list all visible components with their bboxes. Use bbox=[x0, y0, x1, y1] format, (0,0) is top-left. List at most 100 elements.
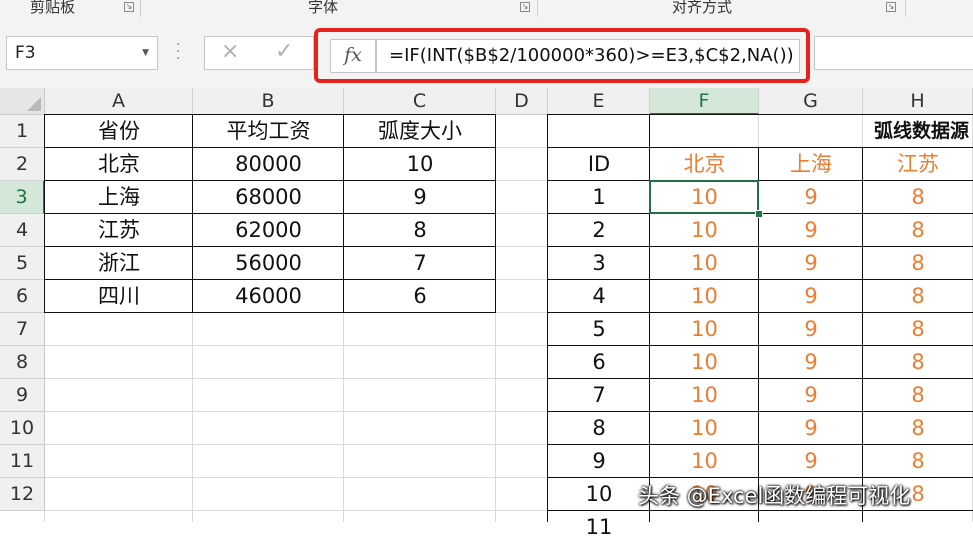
row-header-5[interactable]: 5 bbox=[0, 247, 45, 280]
formula-input-extension[interactable] bbox=[814, 36, 973, 70]
spreadsheet-grid[interactable]: A B C D E F G H 1 2 3 4 5 6 7 8 9 10 11 12 省份 平均工资 弧度大小 北京 80000… bbox=[0, 88, 973, 539]
table-border bbox=[192, 114, 193, 313]
right-table-cell[interactable]: 8 bbox=[863, 346, 973, 379]
right-table-cell[interactable]: 8 bbox=[863, 412, 973, 445]
right-table-cell[interactable]: 8 bbox=[863, 214, 973, 247]
row-header-4[interactable]: 4 bbox=[0, 214, 45, 247]
left-table-cell[interactable]: 浙江 bbox=[45, 247, 193, 280]
alignment-launcher-icon[interactable]: ↘ bbox=[886, 2, 896, 12]
left-table-cell[interactable]: 上海 bbox=[45, 181, 193, 214]
clipboard-launcher-icon[interactable]: ↘ bbox=[124, 2, 134, 12]
right-table-header[interactable]: 江苏 bbox=[863, 148, 973, 181]
left-table-cell[interactable]: 四川 bbox=[45, 280, 193, 313]
right-table-cell[interactable]: 9 bbox=[759, 379, 863, 412]
font-launcher-icon[interactable]: ↘ bbox=[520, 2, 530, 12]
right-table-cell[interactable]: 1 bbox=[548, 181, 650, 214]
row-header-10[interactable]: 10 bbox=[0, 412, 45, 445]
selected-cell-f3[interactable] bbox=[649, 180, 759, 214]
column-header-f[interactable]: F bbox=[650, 88, 759, 115]
right-table-cell[interactable]: 8 bbox=[863, 313, 973, 346]
row-header-8[interactable]: 8 bbox=[0, 346, 45, 379]
table-border bbox=[343, 114, 344, 313]
column-header-e[interactable]: E bbox=[548, 88, 650, 115]
left-table-cell[interactable]: 8 bbox=[344, 214, 496, 247]
column-header-a[interactable]: A bbox=[45, 88, 193, 115]
row-header-6[interactable]: 6 bbox=[0, 280, 45, 313]
right-table-cell[interactable]: 3 bbox=[548, 247, 650, 280]
right-table-cell[interactable]: 9 bbox=[759, 247, 863, 280]
right-table-cell[interactable]: 10 bbox=[650, 445, 759, 478]
row-header-1[interactable]: 1 bbox=[0, 115, 45, 148]
column-header-h[interactable]: H bbox=[863, 88, 973, 115]
right-table-cell[interactable]: 6 bbox=[548, 346, 650, 379]
right-table-cell[interactable]: 9 bbox=[759, 214, 863, 247]
right-table-cell[interactable]: 8 bbox=[548, 412, 650, 445]
right-table-cell-partial[interactable]: 11 bbox=[548, 511, 650, 544]
right-table-cell[interactable]: 10 bbox=[650, 346, 759, 379]
right-table-cell[interactable]: 8 bbox=[863, 379, 973, 412]
right-table-cell[interactable]: 9 bbox=[759, 280, 863, 313]
right-table-cell[interactable]: 8 bbox=[863, 247, 973, 280]
left-table-header[interactable]: 省份 bbox=[45, 115, 193, 148]
right-table-cell[interactable]: 7 bbox=[548, 379, 650, 412]
right-table-title[interactable]: 弧线数据源 bbox=[650, 115, 969, 148]
right-table-cell[interactable]: 8 bbox=[863, 445, 973, 478]
left-table-cell[interactable]: 6 bbox=[344, 280, 496, 313]
table-border bbox=[44, 312, 496, 313]
table-border bbox=[649, 114, 650, 147]
left-table-cell[interactable]: 68000 bbox=[193, 181, 344, 214]
left-table-cell[interactable]: 9 bbox=[344, 181, 496, 214]
right-table-cell[interactable]: 9 bbox=[548, 445, 650, 478]
left-table-cell[interactable]: 56000 bbox=[193, 247, 344, 280]
left-table-cell[interactable]: 7 bbox=[344, 247, 496, 280]
watermark: 头条 @Excel函数编程可视化 bbox=[638, 484, 911, 508]
column-header-c[interactable]: C bbox=[344, 88, 496, 115]
row-header-9[interactable]: 9 bbox=[0, 379, 45, 412]
left-table-header[interactable]: 平均工资 bbox=[193, 115, 344, 148]
right-table-cell[interactable]: 9 bbox=[759, 313, 863, 346]
right-table-cell[interactable]: 5 bbox=[548, 313, 650, 346]
right-table-header[interactable]: ID bbox=[548, 148, 650, 181]
insert-function-button[interactable]: fx bbox=[330, 39, 376, 73]
right-table-cell[interactable]: 10 bbox=[650, 214, 759, 247]
right-table-cell[interactable]: 8 bbox=[863, 181, 973, 214]
right-table-header[interactable]: 上海 bbox=[759, 148, 863, 181]
right-table-cell[interactable]: 10 bbox=[650, 313, 759, 346]
column-header-d[interactable]: D bbox=[496, 88, 548, 115]
select-all-corner[interactable] bbox=[0, 88, 45, 115]
right-table-cell[interactable]: 9 bbox=[759, 412, 863, 445]
left-table-cell[interactable]: 北京 bbox=[45, 148, 193, 181]
cancel-icon[interactable]: × bbox=[221, 39, 239, 64]
right-table-cell[interactable]: 10 bbox=[548, 478, 650, 511]
right-table-header[interactable]: 北京 bbox=[650, 148, 759, 181]
right-table-cell[interactable]: 10 bbox=[650, 412, 759, 445]
row-header-11[interactable]: 11 bbox=[0, 445, 45, 478]
row-header-7[interactable]: 7 bbox=[0, 313, 45, 346]
right-table-cell[interactable]: 4 bbox=[548, 280, 650, 313]
left-table-header[interactable]: 弧度大小 bbox=[344, 115, 496, 148]
table-border bbox=[547, 477, 973, 478]
left-table-cell[interactable]: 江苏 bbox=[45, 214, 193, 247]
left-table-cell[interactable]: 46000 bbox=[193, 280, 344, 313]
row-header-2[interactable]: 2 bbox=[0, 148, 45, 181]
column-header-g[interactable]: G bbox=[759, 88, 863, 115]
right-table-cell[interactable]: 8 bbox=[863, 280, 973, 313]
row-header-12[interactable]: 12 bbox=[0, 478, 45, 511]
fill-handle[interactable] bbox=[755, 210, 763, 218]
column-header-b[interactable]: B bbox=[193, 88, 344, 115]
left-table-cell[interactable]: 62000 bbox=[193, 214, 344, 247]
right-table-cell[interactable]: 2 bbox=[548, 214, 650, 247]
chevron-down-icon[interactable]: ▼ bbox=[142, 37, 149, 69]
name-box[interactable]: F3 ▼ bbox=[6, 36, 158, 70]
right-table-cell[interactable]: 10 bbox=[650, 379, 759, 412]
formula-input[interactable]: =IF(INT($B$2/100000*360)>=E3,$C$2,NA()) bbox=[376, 39, 800, 73]
left-table-cell[interactable]: 80000 bbox=[193, 148, 344, 181]
row-header-3[interactable]: 3 bbox=[0, 181, 45, 214]
right-table-cell[interactable]: 9 bbox=[759, 181, 863, 214]
left-table-cell[interactable]: 10 bbox=[344, 148, 496, 181]
right-table-cell[interactable]: 10 bbox=[650, 280, 759, 313]
confirm-icon[interactable]: ✓ bbox=[275, 39, 293, 64]
right-table-cell[interactable]: 10 bbox=[650, 247, 759, 280]
right-table-cell[interactable]: 9 bbox=[759, 445, 863, 478]
right-table-cell[interactable]: 9 bbox=[759, 346, 863, 379]
